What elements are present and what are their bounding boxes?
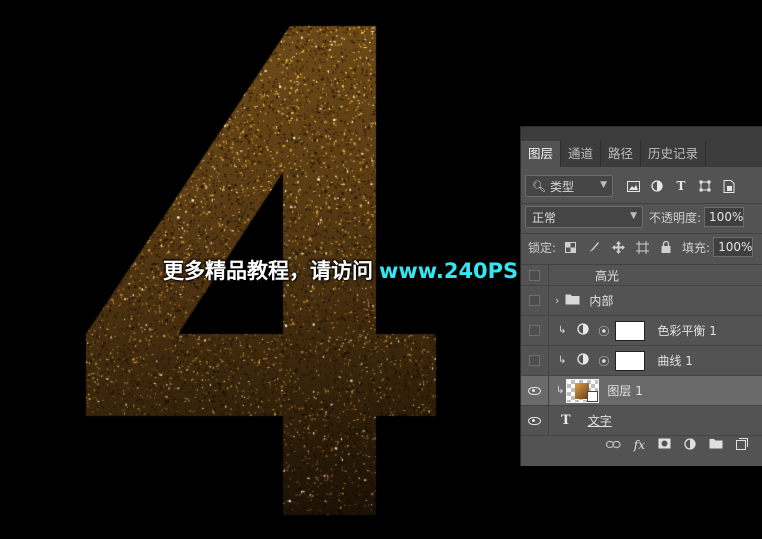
clipping-arrow-icon: ↳ bbox=[558, 325, 567, 336]
link-layers-icon[interactable] bbox=[605, 438, 621, 452]
layer-thumbnail[interactable] bbox=[566, 378, 600, 403]
blend-row: 正常 ▼ 不透明度: 100% bbox=[525, 206, 762, 228]
watermark: 更多精品教程，请访问 www.240PS.com bbox=[163, 255, 575, 285]
hidden-visibility-box bbox=[529, 295, 540, 306]
tab-paths[interactable]: 路径 bbox=[601, 141, 642, 167]
fill-input[interactable]: 100% bbox=[713, 237, 754, 257]
link-icon[interactable]: ⦿ bbox=[598, 323, 609, 339]
adjustment-filter-icon[interactable] bbox=[649, 178, 665, 194]
filter-type-select[interactable]: 🔍︎ 类型 ▼ bbox=[525, 175, 613, 197]
eye-icon bbox=[528, 416, 541, 425]
lock-row: 锁定: 填充: 100% bbox=[528, 237, 762, 257]
chevron-right-icon[interactable]: › bbox=[555, 294, 559, 307]
filter-type-value: 类型 bbox=[549, 179, 574, 194]
lock-image-pixels-icon[interactable] bbox=[586, 239, 602, 255]
new-group-icon[interactable] bbox=[709, 438, 723, 452]
smart-object-icon bbox=[587, 390, 599, 402]
search-icon: 🔍︎ bbox=[532, 179, 546, 193]
layer-row[interactable]: ↳ ⦿ 曲线 1 bbox=[521, 346, 762, 376]
visibility-toggle[interactable] bbox=[521, 265, 549, 285]
hidden-visibility-box bbox=[529, 355, 540, 366]
text-layer-icon: T bbox=[561, 413, 571, 428]
tab-channels[interactable]: 通道 bbox=[561, 141, 602, 167]
chevron-down-icon: ▼ bbox=[600, 180, 607, 190]
layer-row[interactable]: ↳ ⦿ 色彩平衡 1 bbox=[521, 316, 762, 346]
layer-name: 图层 1 bbox=[607, 384, 643, 398]
blend-mode-select[interactable]: 正常 ▼ bbox=[525, 206, 643, 228]
layer-name: 色彩平衡 1 bbox=[657, 324, 717, 338]
layer-name: 内部 bbox=[589, 294, 614, 308]
visibility-toggle[interactable] bbox=[521, 286, 549, 315]
tab-layers[interactable]: 图层 bbox=[521, 141, 562, 167]
layer-name: 文字 bbox=[587, 414, 612, 428]
folder-icon bbox=[565, 293, 580, 308]
shape-filter-icon[interactable] bbox=[697, 178, 713, 194]
lock-all-icon[interactable] bbox=[658, 239, 674, 255]
text-filter-icon[interactable]: T bbox=[673, 178, 689, 194]
layer-name: 曲线 1 bbox=[657, 354, 693, 368]
visibility-toggle[interactable] bbox=[521, 346, 549, 375]
layer-mask-thumbnail[interactable] bbox=[615, 320, 646, 341]
adjustment-layer-icon bbox=[577, 323, 590, 338]
panel-bottom-toolbar: fx bbox=[521, 432, 762, 458]
adjustment-layer-icon bbox=[577, 353, 590, 368]
eye-icon bbox=[528, 386, 541, 395]
layer-row[interactable]: › 内部 bbox=[521, 286, 762, 316]
visibility-toggle[interactable] bbox=[521, 406, 549, 435]
visibility-toggle[interactable] bbox=[521, 316, 549, 345]
watermark-text: 更多精品教程，请访问 bbox=[163, 259, 373, 283]
layer-mask-thumbnail[interactable] bbox=[615, 350, 646, 371]
new-layer-icon[interactable] bbox=[736, 437, 748, 453]
lock-position-icon[interactable] bbox=[610, 239, 626, 255]
hidden-visibility-box bbox=[529, 325, 540, 336]
new-adjustment-icon[interactable] bbox=[684, 437, 696, 453]
lock-transparent-pixels-icon[interactable] bbox=[562, 239, 578, 255]
tab-history[interactable]: 历史记录 bbox=[641, 141, 707, 167]
image-filter-icon[interactable] bbox=[625, 178, 641, 194]
fill-label: 填充: bbox=[682, 240, 711, 255]
filter-row: 🔍︎ 类型 ▼ T bbox=[525, 175, 762, 197]
clipping-arrow-icon: ↳ bbox=[556, 385, 565, 396]
opacity-input[interactable]: 100% bbox=[704, 207, 745, 227]
blend-mode-value: 正常 bbox=[532, 210, 557, 225]
layer-name: 高光 bbox=[595, 268, 620, 283]
opacity-label: 不透明度: bbox=[649, 210, 702, 225]
link-icon[interactable]: ⦿ bbox=[598, 353, 609, 369]
lock-label: 锁定: bbox=[528, 240, 557, 255]
lock-artboard-icon[interactable] bbox=[634, 239, 650, 255]
add-mask-icon[interactable] bbox=[658, 438, 671, 452]
fx-icon[interactable]: fx bbox=[634, 438, 645, 452]
chevron-down-icon: ▼ bbox=[630, 211, 637, 221]
layers-panel: 图层 通道 路径 历史记录 🔍︎ 类型 ▼ T 正常 ▼ 不透明度: 100% … bbox=[520, 126, 762, 466]
layer-row-selected[interactable]: ↳ 图层 1 bbox=[521, 376, 762, 406]
layer-row[interactable]: 高光 bbox=[521, 265, 762, 286]
visibility-toggle[interactable] bbox=[521, 376, 549, 405]
hidden-visibility-box bbox=[529, 269, 540, 281]
clipping-arrow-icon: ↳ bbox=[558, 355, 567, 366]
smart-object-filter-icon[interactable] bbox=[721, 178, 737, 194]
panel-tabs: 图层 通道 路径 历史记录 bbox=[521, 127, 762, 167]
